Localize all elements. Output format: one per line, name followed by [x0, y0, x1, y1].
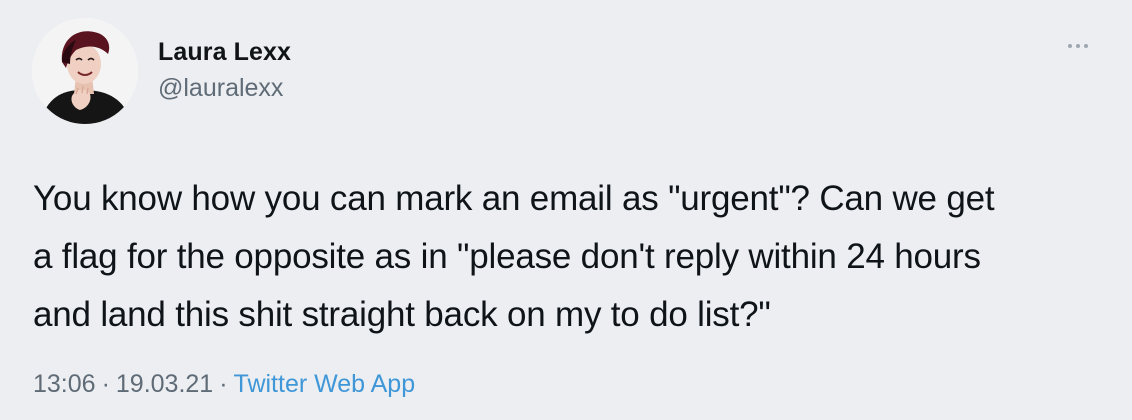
tweet-card: Laura Lexx @lauralexx You know how you c…	[0, 0, 1132, 420]
separator: ·	[101, 370, 110, 398]
tweet-source-link[interactable]: Twitter Web App	[234, 370, 416, 398]
separator: ·	[219, 370, 228, 398]
avatar[interactable]	[32, 18, 138, 124]
author-display-name[interactable]: Laura Lexx	[158, 38, 291, 67]
tweet-time[interactable]: 13:06	[33, 370, 96, 398]
more-options-button[interactable]	[1060, 34, 1096, 58]
author-handle[interactable]: @lauralexx	[158, 74, 283, 103]
more-horizontal-icon-dot	[1076, 44, 1080, 48]
avatar-photo	[32, 18, 138, 124]
tweet-metadata: 13:06 · 19.03.21 · Twitter Web App	[33, 370, 415, 399]
tweet-date[interactable]: 19.03.21	[116, 370, 213, 398]
more-horizontal-icon-dot	[1084, 44, 1088, 48]
tweet-text: You know how you can mark an email as "u…	[33, 179, 995, 334]
more-horizontal-icon	[1068, 44, 1072, 48]
